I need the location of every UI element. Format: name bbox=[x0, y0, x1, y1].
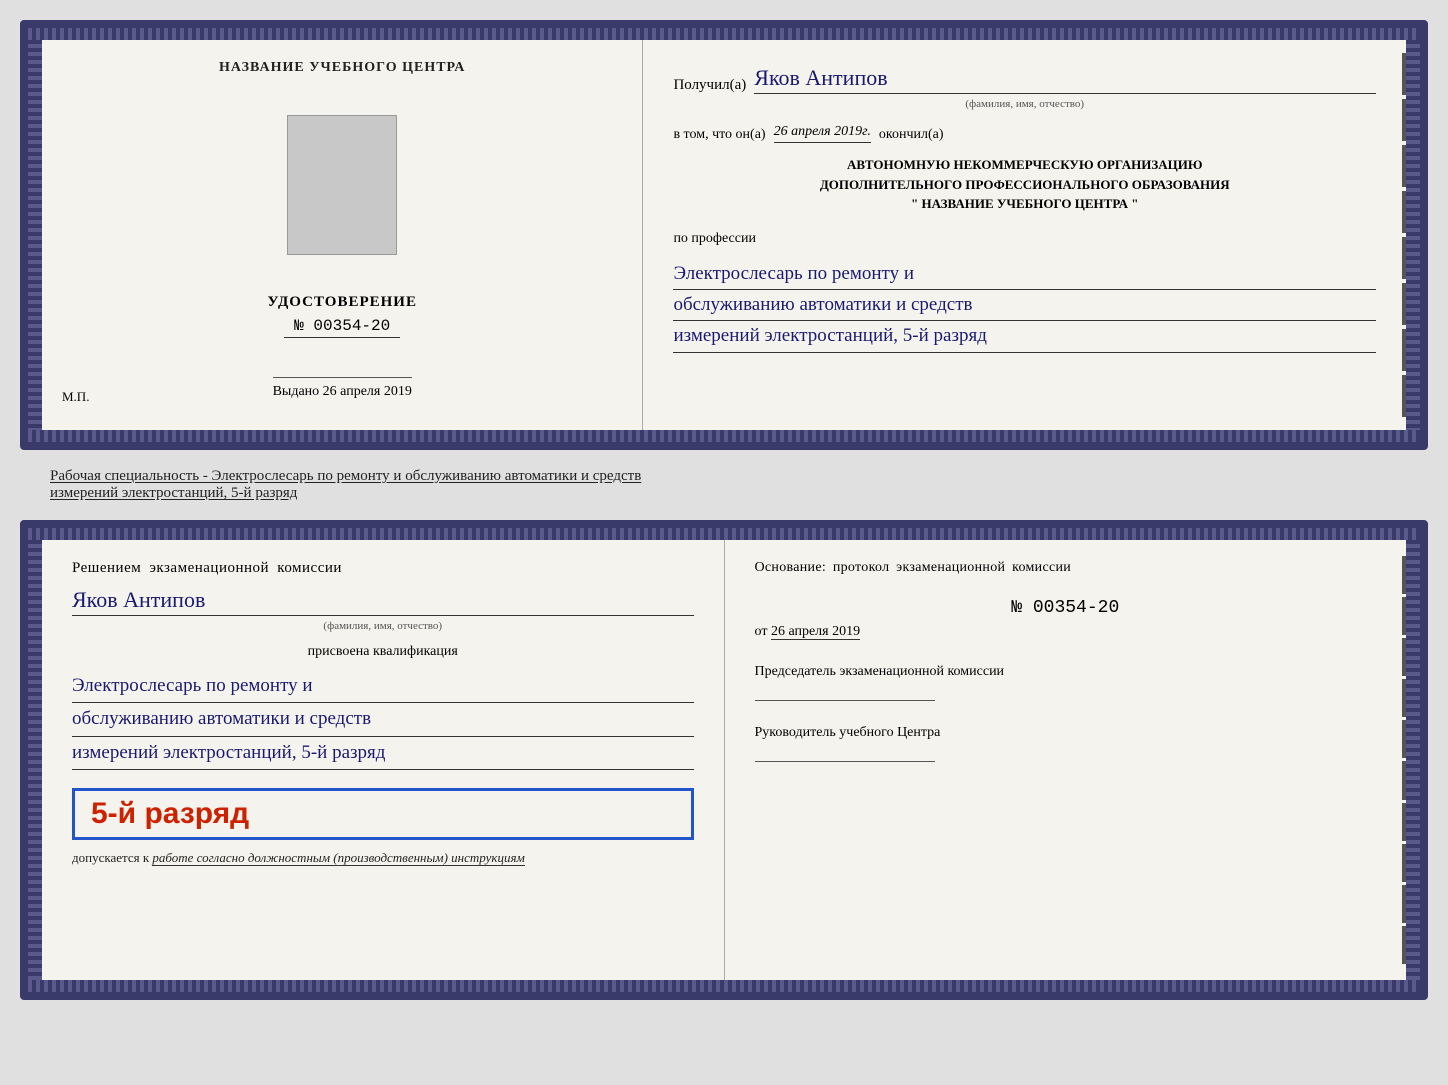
okonchil-label: окончил(а) bbox=[879, 127, 944, 143]
prof-line3: измерений электростанций, 5-й разряд bbox=[673, 321, 1376, 352]
doc-top-right-panel: Получил(а) Яков Антипов (фамилия, имя, о… bbox=[643, 40, 1406, 430]
vert-bar-4 bbox=[1402, 191, 1406, 233]
right-side-bar bbox=[1406, 28, 1420, 442]
predsedatel-signature-line bbox=[755, 700, 935, 701]
qual-line2: обслуживанию автоматики и средств bbox=[72, 703, 694, 736]
bottom-left-panel: Решением экзаменационной комиссии Яков А… bbox=[42, 540, 725, 980]
protocol-number: № 00354-20 bbox=[755, 598, 1377, 618]
vert-bar-7 bbox=[1402, 329, 1406, 371]
middle-text-block: Рабочая специальность - Электрослесарь п… bbox=[20, 460, 1428, 510]
dopuskaetsya-block: допускается к работе согласно должностны… bbox=[72, 850, 694, 866]
vydano-date: 26 апреля 2019 bbox=[323, 384, 412, 399]
doc-bottom-inner: Решением экзаменационной комиссии Яков А… bbox=[42, 528, 1406, 992]
vert-bar-2 bbox=[1402, 99, 1406, 141]
bottom-vert-bar-4 bbox=[1402, 679, 1406, 717]
qualification-block: Электрослесарь по ремонту и обслуживанию… bbox=[72, 670, 694, 770]
ot-date-value: 26 апреля 2019 bbox=[771, 624, 860, 640]
org-name: " НАЗВАНИЕ УЧЕБНОГО ЦЕНТРА " bbox=[673, 194, 1376, 214]
qual-line3: измерений электростанций, 5-й разряд bbox=[72, 737, 694, 770]
vert-bar-1 bbox=[1402, 53, 1406, 95]
org-line2: ДОПОЛНИТЕЛЬНОГО ПРОФЕССИОНАЛЬНОГО ОБРАЗО… bbox=[673, 175, 1376, 195]
bottom-vert-bar-7 bbox=[1402, 803, 1406, 841]
ot-date: от 26 апреля 2019 bbox=[755, 624, 1377, 640]
predsedatel-block: Председатель экзаменационной комиссии bbox=[755, 664, 1377, 701]
poluchil-line: Получил(а) Яков Антипов bbox=[673, 65, 1376, 94]
left-side-bar bbox=[28, 28, 42, 442]
vtom-label: в том, что он(а) bbox=[673, 127, 765, 143]
qual-line1: Электрослесарь по ремонту и bbox=[72, 670, 694, 703]
poluchil-label: Получил(а) bbox=[673, 77, 746, 94]
middle-line2: измерений электростанций, 5-й разряд bbox=[50, 485, 1398, 502]
vydano-label: Выдано bbox=[273, 384, 320, 399]
vydano-block: Выдано 26 апреля 2019 bbox=[273, 377, 412, 400]
vtom-section: в том, что он(а) 26 апреля 2019г. окончи… bbox=[673, 124, 1376, 143]
right-decorative-bars bbox=[1386, 52, 1406, 418]
mp-stamp: М.П. bbox=[62, 389, 89, 405]
bottom-left-side-bar bbox=[28, 528, 42, 992]
rukovoditel-label: Руководитель учебного Центра bbox=[755, 725, 1377, 741]
photo-placeholder bbox=[287, 115, 397, 255]
bottom-name-block: Яков Антипов (фамилия, имя, отчество) bbox=[72, 587, 694, 634]
middle-line1: Рабочая специальность - Электрослесарь п… bbox=[50, 468, 1398, 485]
bottom-document: Решением экзаменационной комиссии Яков А… bbox=[20, 520, 1428, 1000]
vert-bar-3 bbox=[1402, 145, 1406, 187]
vert-bar-5 bbox=[1402, 237, 1406, 279]
bottom-vert-bar-10 bbox=[1402, 926, 1406, 964]
poluchil-section: Получил(а) Яков Антипов (фамилия, имя, о… bbox=[673, 60, 1376, 112]
protocol-block: № 00354-20 от 26 апреля 2019 bbox=[755, 590, 1377, 640]
dopuskaetsya-label: допускается к bbox=[72, 850, 149, 865]
certificate-number: № 00354-20 bbox=[284, 315, 400, 338]
training-center-title-top: НАЗВАНИЕ УЧЕБНОГО ЦЕНТРА bbox=[219, 60, 465, 76]
bottom-right-panel: Основание: протокол экзаменационной коми… bbox=[725, 540, 1407, 980]
recipient-name: Яков Антипов bbox=[754, 65, 1376, 94]
doc-top-inner: НАЗВАНИЕ УЧЕБНОГО ЦЕНТРА УДОСТОВЕРЕНИЕ №… bbox=[42, 28, 1406, 442]
osnovanie-text: Основание: протокол экзаменационной коми… bbox=[755, 560, 1377, 576]
profession-block: Электрослесарь по ремонту и обслуживанию… bbox=[673, 259, 1376, 353]
prof-line1: Электрослесарь по ремонту и bbox=[673, 259, 1376, 290]
razryad-badge-text: 5-й разряд bbox=[91, 797, 249, 830]
prisvoena-text: присвоена квалификация bbox=[72, 644, 694, 660]
dopusk-instructions: работе согласно должностным (производств… bbox=[152, 850, 524, 866]
org-block: АВТОНОМНУЮ НЕКОММЕРЧЕСКУЮ ОРГАНИЗАЦИЮ ДО… bbox=[673, 155, 1376, 214]
bottom-fio-sub-wrapper: (фамилия, имя, отчество) bbox=[72, 616, 694, 634]
vert-bar-8 bbox=[1402, 375, 1406, 417]
bottom-vert-bar-9 bbox=[1402, 885, 1406, 923]
org-line1: АВТОНОМНУЮ НЕКОММЕРЧЕСКУЮ ОРГАНИЗАЦИЮ bbox=[673, 155, 1376, 175]
bottom-recipient-name: Яков Антипов bbox=[72, 587, 694, 616]
top-document: НАЗВАНИЕ УЧЕБНОГО ЦЕНТРА УДОСТОВЕРЕНИЕ №… bbox=[20, 20, 1428, 450]
certificate-title: УДОСТОВЕРЕНИЕ bbox=[267, 294, 417, 311]
bottom-right-decorative-bars bbox=[1386, 552, 1406, 968]
predsedatel-label: Председатель экзаменационной комиссии bbox=[755, 664, 1377, 680]
bottom-vert-bar-5 bbox=[1402, 720, 1406, 758]
po-professii-label: по профессии bbox=[673, 231, 1376, 247]
page-wrapper: НАЗВАНИЕ УЧЕБНОГО ЦЕНТРА УДОСТОВЕРЕНИЕ №… bbox=[20, 20, 1428, 1000]
resheniem-title: Решением экзаменационной комиссии bbox=[72, 560, 694, 577]
fio-sub-wrapper: (фамилия, имя, отчество) bbox=[673, 94, 1376, 112]
prof-line2: обслуживанию автоматики и средств bbox=[673, 290, 1376, 321]
bottom-right-side-bar bbox=[1406, 528, 1420, 992]
bottom-vert-bar-2 bbox=[1402, 597, 1406, 635]
rukovoditel-signature-line bbox=[755, 761, 935, 762]
doc-top-left-panel: НАЗВАНИЕ УЧЕБНОГО ЦЕНТРА УДОСТОВЕРЕНИЕ №… bbox=[42, 40, 643, 430]
razryad-badge: 5-й разряд bbox=[72, 788, 694, 840]
bottom-vert-bar-6 bbox=[1402, 761, 1406, 799]
fio-subtitle: (фамилия, имя, отчество) bbox=[965, 98, 1084, 110]
bottom-vert-bar-3 bbox=[1402, 638, 1406, 676]
vert-bar-6 bbox=[1402, 283, 1406, 325]
bottom-vert-bar-8 bbox=[1402, 844, 1406, 882]
bottom-fio-subtitle: (фамилия, имя, отчество) bbox=[323, 620, 442, 632]
bottom-vert-bar-1 bbox=[1402, 556, 1406, 594]
ot-label: от bbox=[755, 624, 768, 639]
certificate-block: УДОСТОВЕРЕНИЕ № 00354-20 bbox=[267, 294, 417, 338]
vtom-date: 26 апреля 2019г. bbox=[774, 124, 871, 143]
rukovoditel-block: Руководитель учебного Центра bbox=[755, 725, 1377, 762]
